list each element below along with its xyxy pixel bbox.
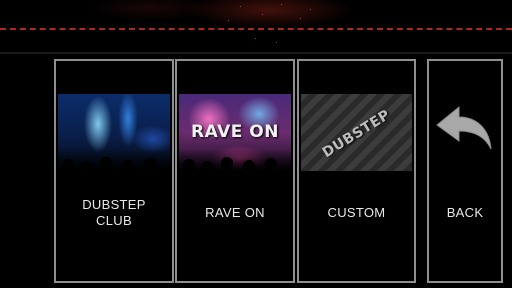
header-divider [0,52,512,54]
rave-crowd-image: RAVE ON [179,94,291,171]
custom-label: CUSTOM [327,205,386,220]
dubstep-club-label: DUBSTEP CLUB [82,197,146,228]
dubstep-thumb-text: DUBSTEP [319,106,394,162]
dubstep-club-card[interactable]: DUBSTEP CLUB [54,59,174,283]
rave-on-card[interactable]: RAVE ON RAVE ON [175,59,295,283]
back-label: BACK [446,205,484,220]
rave-on-thumb-text: RAVE ON [191,122,279,142]
rave-on-label: RAVE ON [205,205,265,220]
dubstep-logo-image: DUBSTEP [301,94,412,171]
header-background [0,0,512,54]
club-lights-image [58,94,170,171]
back-arrow-icon [436,105,492,150]
custom-card[interactable]: DUBSTEP CUSTOM [297,59,416,283]
back-card[interactable]: BACK [427,59,503,283]
header-accent-line [0,28,512,30]
